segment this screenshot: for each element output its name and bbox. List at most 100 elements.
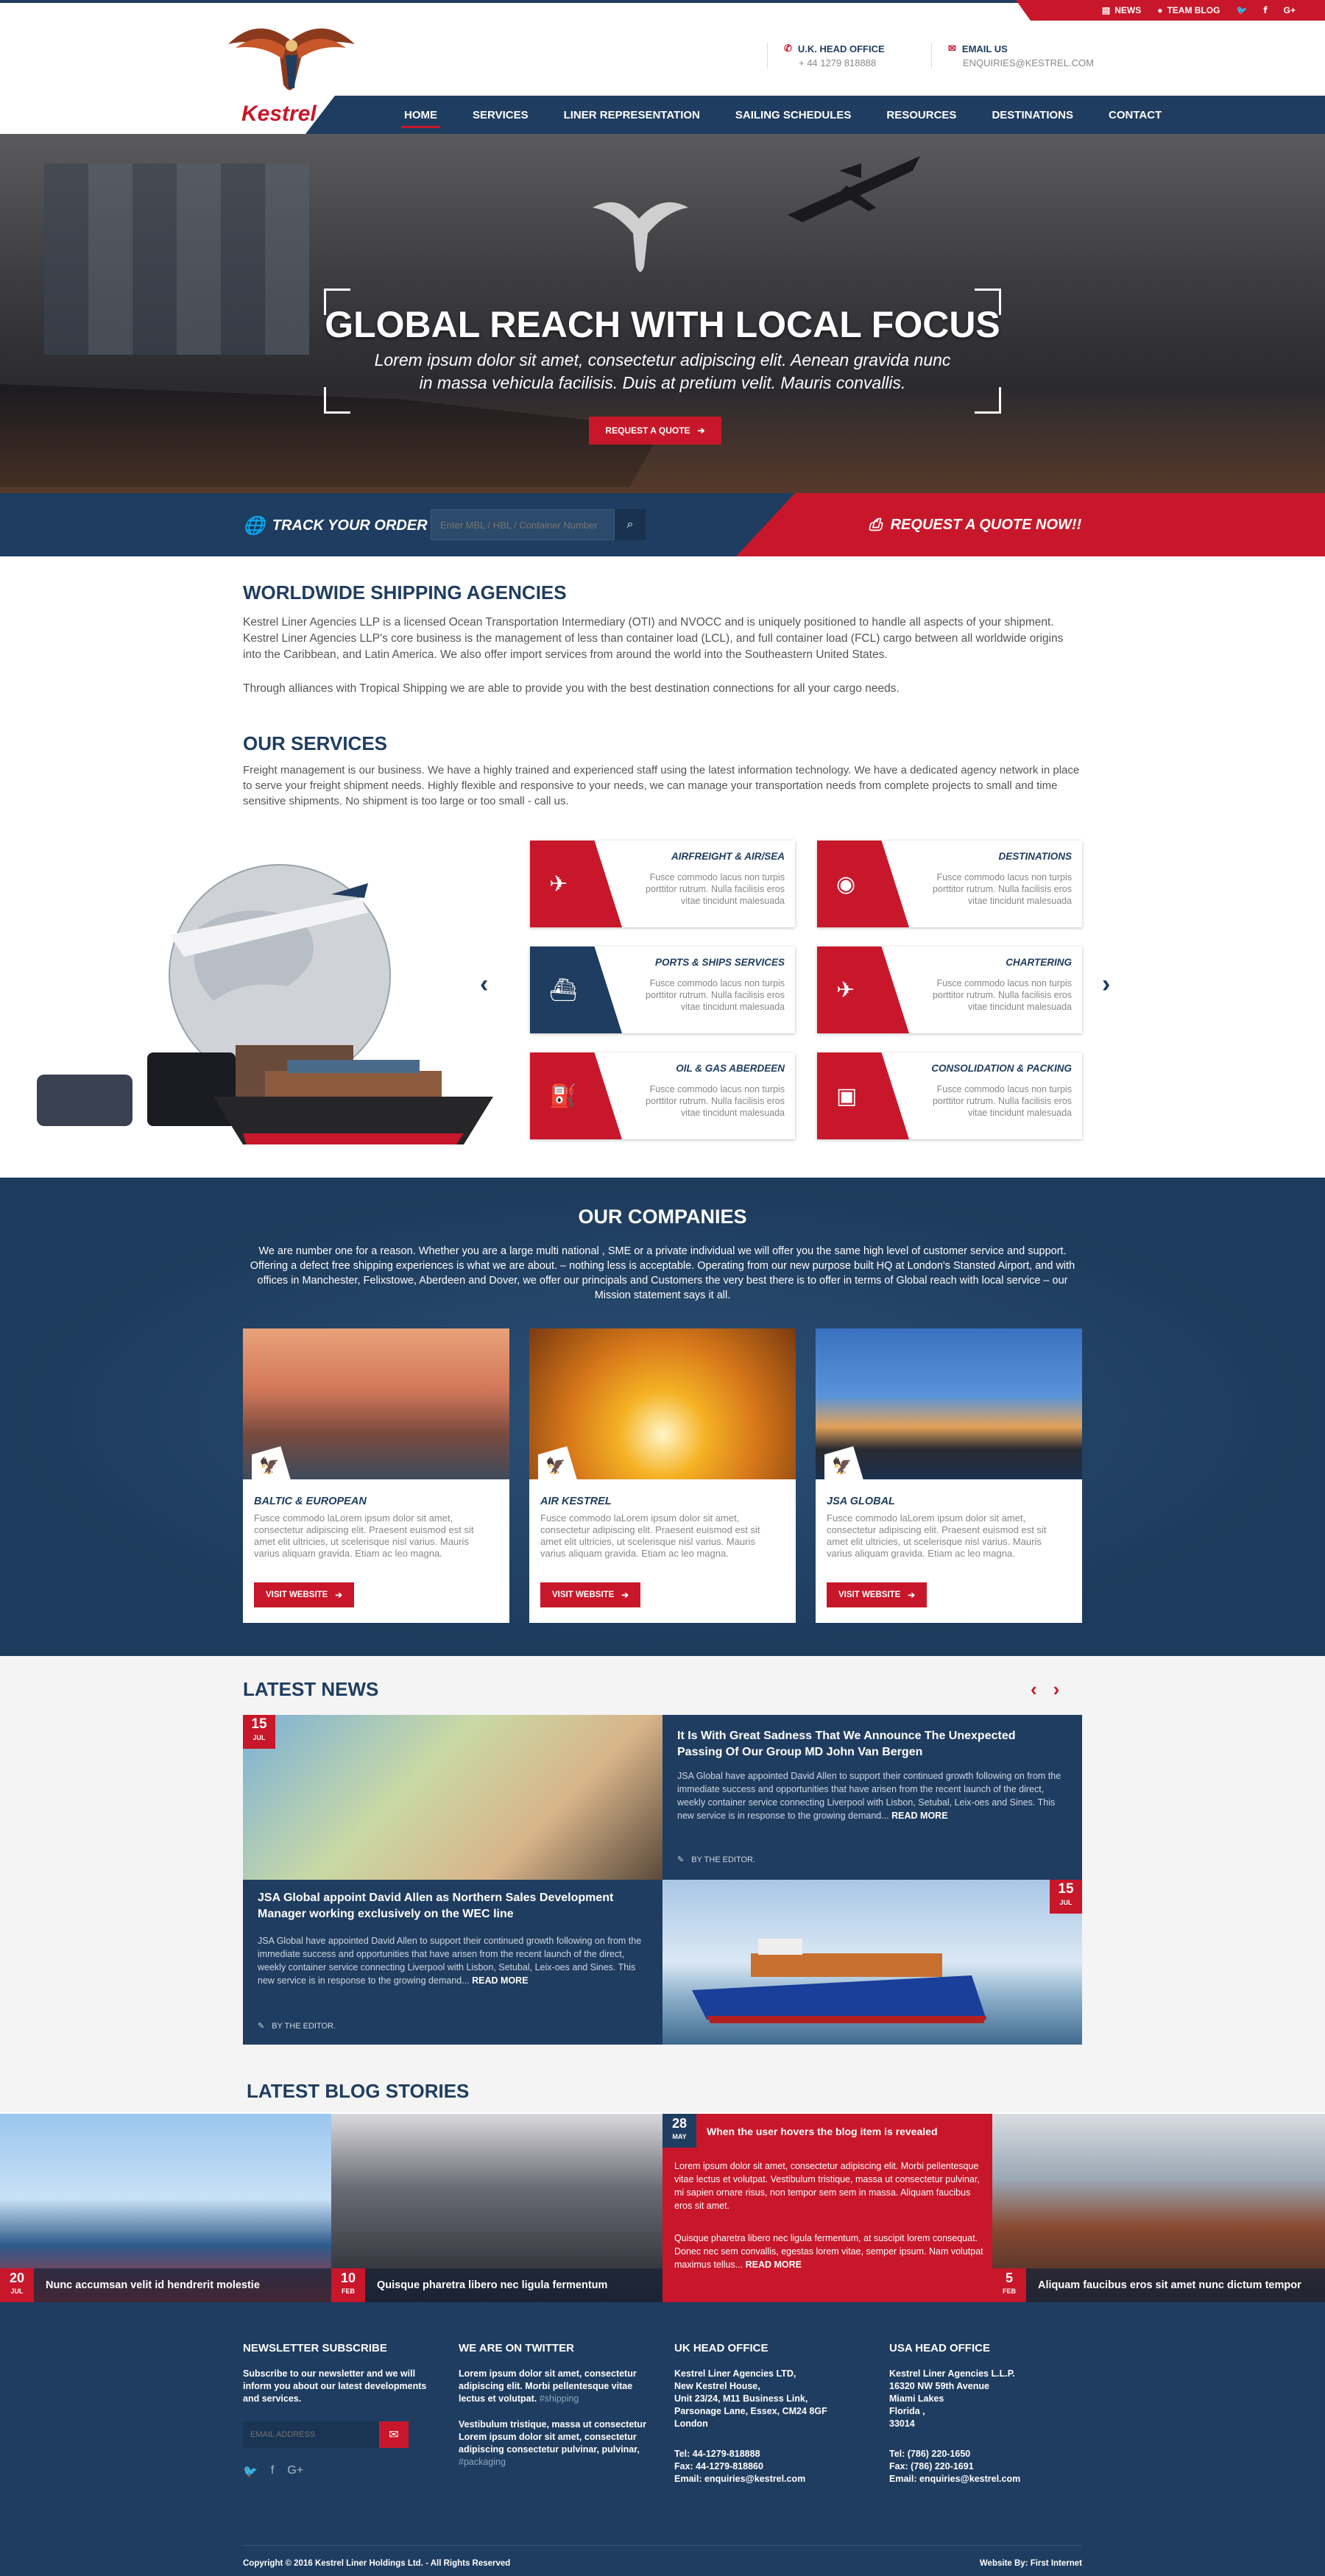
- news-item-2[interactable]: JSA Global appoint David Allen as Northe…: [243, 1880, 662, 2045]
- about-paragraph-2: Through alliances with Tropical Shipping…: [243, 682, 900, 695]
- service-card-oil-gas[interactable]: ⛽ OIL & GAS ABERDEEN Fusce commodo lacus…: [530, 1052, 795, 1139]
- usa-email-link[interactable]: Email: enquiries@kestrel.com: [889, 2473, 1081, 2485]
- news-item-1[interactable]: It Is With Great Sadness That We Announc…: [662, 1715, 1082, 1880]
- nav-liner-representation[interactable]: LINER REPRESENTATION: [546, 96, 718, 134]
- blog-card-2[interactable]: Quisque pharetra libero nec ligula ferme…: [331, 2114, 662, 2302]
- track-bar: 🌐TRACK YOUR ORDER ⌕ ⎙REQUEST A QUOTE NOW…: [0, 493, 1325, 556]
- phone-icon: ✆: [784, 43, 792, 54]
- blog-date-badge: 28 MAY: [662, 2114, 696, 2148]
- request-quote-now-link[interactable]: ⎙ REQUEST A QUOTE NOW!!: [869, 515, 1081, 534]
- service-card-consolidation[interactable]: ▣ CONSOLIDATION & PACKING Fusce commodo …: [817, 1052, 1082, 1139]
- visit-website-button[interactable]: VISIT WEBSITE ➔: [540, 1582, 640, 1607]
- blog-card-featured[interactable]: 28 MAY When the user hovers the blog item…: [662, 2114, 992, 2302]
- read-more-link[interactable]: READ MORE: [746, 2260, 802, 2270]
- globe-icon: 🌐: [243, 516, 265, 536]
- plane-icon: ✈: [817, 946, 909, 1033]
- visit-website-button[interactable]: VISIT WEBSITE ➔: [254, 1582, 354, 1607]
- kestrel-bird-icon: [228, 28, 355, 91]
- arrow-right-icon: ➔: [908, 1591, 915, 1600]
- tracking-number-input[interactable]: [431, 509, 615, 540]
- news-photo-ship: 15 JUL: [662, 1880, 1082, 2045]
- companies-title: OUR COMPANIES: [578, 1206, 747, 1228]
- package-icon: ⎙: [869, 515, 882, 534]
- google-plus-icon[interactable]: G+: [287, 2464, 303, 2479]
- company-card-baltic: 🦅 BALTIC & EUROPEAN Fusce commodo laLore…: [243, 1328, 509, 1623]
- blog-card-4[interactable]: Aliquam faucibus eros sit amet nunc dict…: [992, 2114, 1325, 2302]
- footer-twitter: WE ARE ON TWITTER Lorem ipsum dolor sit …: [459, 2342, 646, 2467]
- google-plus-icon[interactable]: G+: [1284, 5, 1296, 15]
- site-footer: NEWSLETTER SUBSCRIBE Subscribe to our ne…: [0, 2302, 1325, 2576]
- hashtag-link[interactable]: #shipping: [540, 2393, 579, 2404]
- services-title: OUR SERVICES: [243, 732, 388, 754]
- news-icon: ▤: [1101, 5, 1111, 15]
- search-icon: ⌕: [626, 518, 634, 531]
- arrow-right-icon: ➔: [621, 1591, 629, 1600]
- footer-uk-office: UK HEAD OFFICE Kestrel Liner Agencies LT…: [674, 2342, 866, 2485]
- edit-icon: ✎: [258, 2022, 265, 2031]
- facebook-icon[interactable]: f: [1263, 5, 1267, 15]
- blog-title: LATEST BLOG STORIES: [247, 2080, 470, 2102]
- news-next-arrow[interactable]: ›: [1053, 1678, 1060, 1701]
- nav-contact[interactable]: CONTACT: [1091, 96, 1179, 134]
- news-carousel-nav: ‹ ›: [1031, 1678, 1059, 1701]
- news-date-badge: 15 JUL: [243, 1715, 275, 1749]
- nav-home[interactable]: HOME: [386, 96, 455, 134]
- service-card-airfreight[interactable]: ✈ AIRFREIGHT & AIR/SEA Fusce commodo lac…: [530, 841, 795, 927]
- news-prev-arrow[interactable]: ‹: [1031, 1678, 1037, 1701]
- services-prev-arrow[interactable]: ‹: [480, 970, 488, 999]
- read-more-link[interactable]: READ MORE: [472, 1975, 528, 1986]
- news-date-badge: 15 JUL: [1050, 1880, 1082, 1914]
- visit-website-button[interactable]: VISIT WEBSITE ➔: [827, 1582, 927, 1607]
- envelope-icon: ✉: [389, 2429, 399, 2441]
- blog-card-1[interactable]: Nunc accumsan velit id hendrerit molesti…: [0, 2114, 331, 2302]
- services-next-arrow[interactable]: ›: [1102, 970, 1110, 999]
- news-section: LATEST NEWS ‹ › 15 JUL It Is With Great S…: [0, 1656, 1325, 2112]
- companies-intro: We are number one for a reason. Whether …: [250, 1245, 1075, 1301]
- box-icon: ▣: [817, 1052, 909, 1139]
- main-nav: HOME SERVICES LINER REPRESENTATION SAILI…: [305, 96, 1325, 134]
- uk-email-link[interactable]: Email: enquiries@kestrel.com: [674, 2473, 866, 2485]
- hero-banner: GLOBAL REACH WITH LOCAL FOCUS Lorem ipsu…: [0, 134, 1325, 493]
- company-card-jsa-global: 🦅 JSA GLOBAL Fusce commodo laLorem ipsum…: [816, 1328, 1082, 1623]
- kestrel-silhouette-icon: [593, 202, 688, 272]
- about-title: WORLDWIDE SHIPPING AGENCIES: [243, 581, 567, 604]
- request-quote-button[interactable]: REQUEST A QUOTE ➔: [589, 417, 721, 445]
- footer-newsletter: NEWSLETTER SUBSCRIBE Subscribe to our ne…: [243, 2342, 427, 2479]
- twitter-icon[interactable]: 🐦: [1236, 5, 1247, 15]
- facebook-icon[interactable]: f: [271, 2464, 274, 2479]
- blog-date-badge: 20 JUL: [0, 2268, 34, 2302]
- email-contact[interactable]: ✉ EMAIL US ENQUIRIES@KESTREL.COM: [931, 43, 1094, 68]
- service-card-chartering[interactable]: ✈ CHARTERING Fusce commodo lacus non tur…: [817, 946, 1082, 1033]
- hashtag-link[interactable]: #packaging: [459, 2457, 506, 2467]
- hero-title: GLOBAL REACH WITH LOCAL FOCUS: [325, 304, 1000, 345]
- company-card-air-kestrel: 🦅 AIR KESTREL Fusce commodo laLorem ipsu…: [529, 1328, 796, 1623]
- newsletter-submit-button[interactable]: ✉: [379, 2421, 409, 2448]
- top-team-blog-link[interactable]: ● TEAM BLOG: [1157, 5, 1220, 15]
- services-intro: Freight management is our business. We h…: [243, 764, 1080, 807]
- services-section: OUR SERVICES Freight management is our b…: [243, 732, 1082, 809]
- arrow-right-icon: ➔: [697, 425, 705, 436]
- footer-bottom: Copyright © 2016 Kestrel Liner Holdings …: [243, 2545, 1082, 2568]
- airplane-icon: [788, 156, 920, 222]
- newsletter-email-input[interactable]: [243, 2421, 379, 2448]
- arrow-right-icon: ➔: [335, 1591, 342, 1600]
- oil-drop-icon: ⛽: [530, 1052, 622, 1139]
- globe-icon: ◉: [817, 841, 909, 927]
- nav-destinations[interactable]: DESTINATIONS: [974, 96, 1091, 134]
- nav-services[interactable]: SERVICES: [455, 96, 546, 134]
- companies-section: OUR COMPANIES We are number one for a re…: [0, 1178, 1325, 1656]
- twitter-icon[interactable]: 🐦: [243, 2464, 258, 2479]
- nav-resources[interactable]: RESOURCES: [869, 96, 974, 134]
- top-news-link[interactable]: ▤ NEWS: [1102, 5, 1141, 15]
- website-credit-link[interactable]: Website By: First Internet: [980, 2559, 1082, 2568]
- track-search-button[interactable]: ⌕: [615, 509, 646, 540]
- about-section: WORLDWIDE SHIPPING AGENCIES Kestrel Line…: [243, 581, 1082, 697]
- site-header: ▤ NEWS ● TEAM BLOG 🐦 f G+ Kestrel ✆ U.K. HE…: [0, 0, 1325, 134]
- envelope-icon: ✉: [948, 43, 956, 54]
- read-more-link[interactable]: READ MORE: [891, 1811, 947, 1821]
- uk-office-contact: ✆ U.K. HEAD OFFICE + 44 1279 818888: [767, 43, 885, 68]
- news-title: LATEST NEWS: [243, 1678, 379, 1700]
- service-card-destinations[interactable]: ◉ DESTINATIONS Fusce commodo lacus non t…: [817, 841, 1082, 927]
- nav-sailing-schedules[interactable]: SAILING SCHEDULES: [718, 96, 869, 134]
- service-card-ports-ships[interactable]: ⛴ PORTS & SHIPS SERVICES Fusce commodo l…: [530, 946, 795, 1033]
